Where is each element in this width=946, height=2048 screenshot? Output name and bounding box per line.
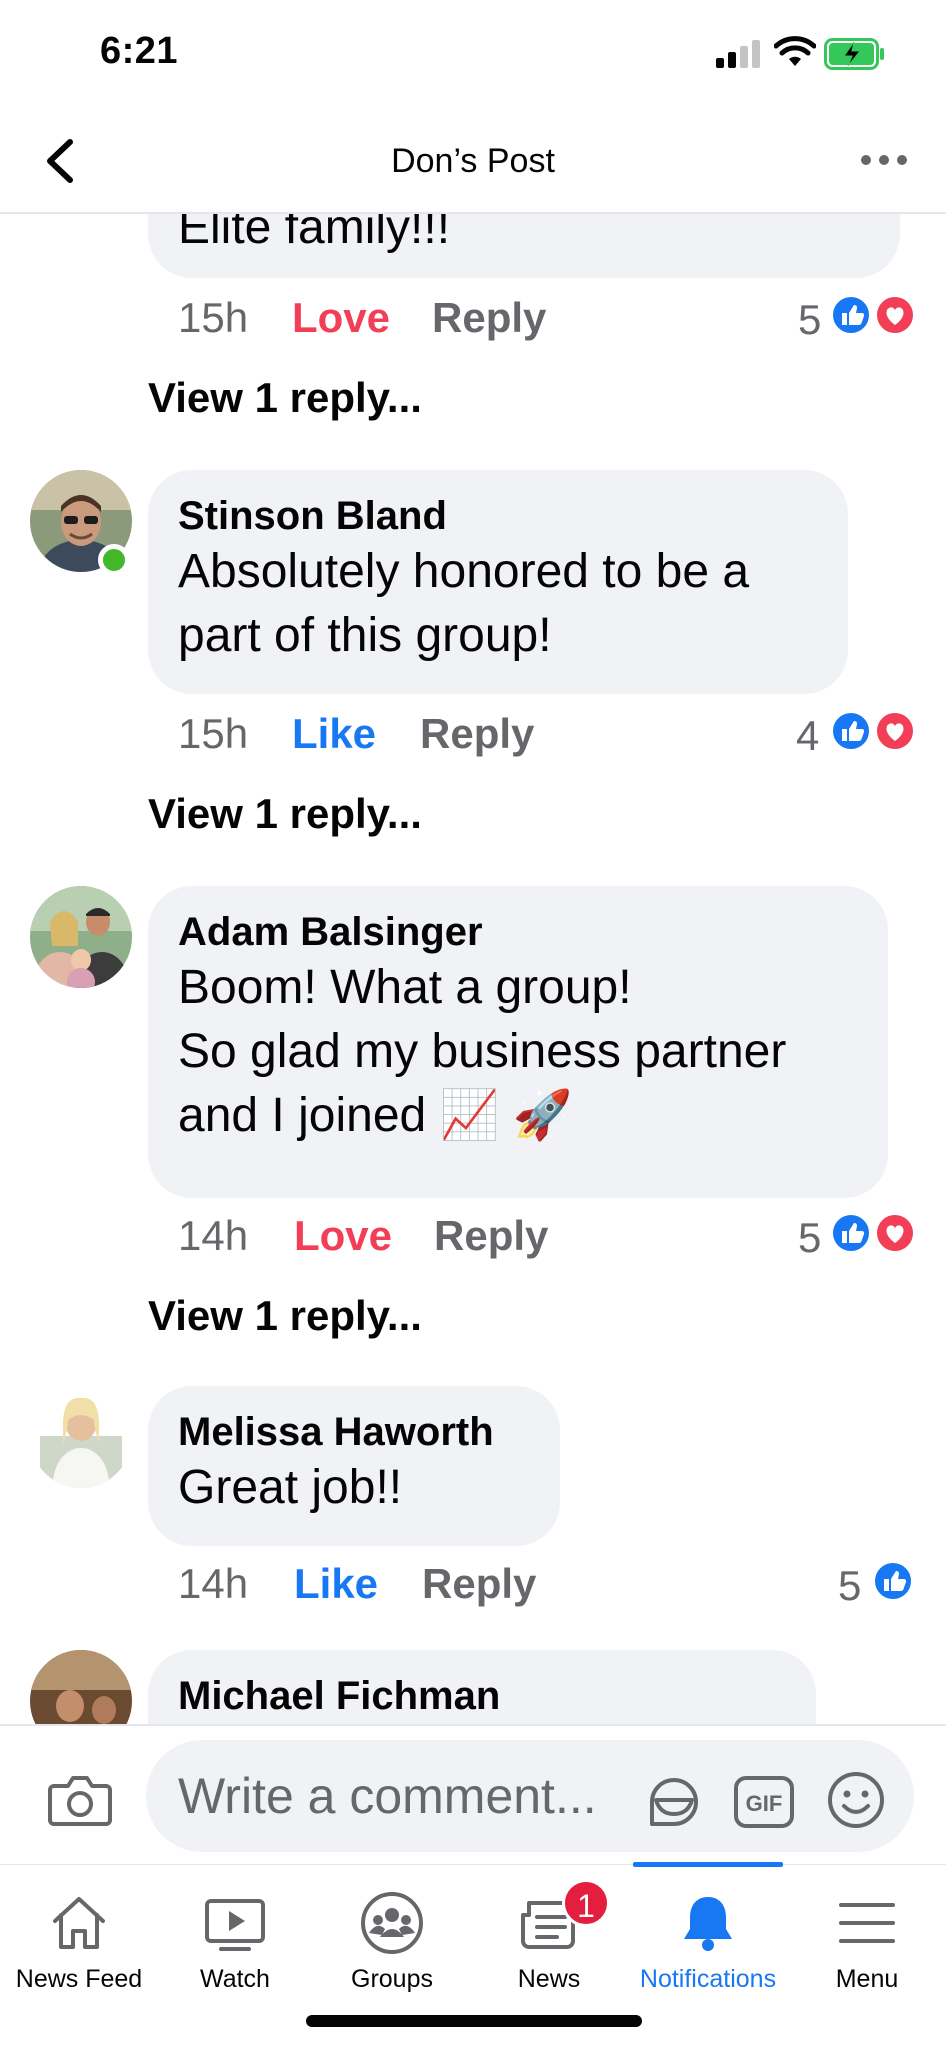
- reaction-count[interactable]: 5: [798, 296, 821, 344]
- svg-text:GIF: GIF: [746, 1791, 783, 1816]
- avatar[interactable]: [30, 1386, 132, 1488]
- avatar[interactable]: [30, 1650, 132, 1724]
- comment-time: 15h: [178, 294, 249, 341]
- comment-bubble[interactable]: Michael Fichman: [148, 1650, 816, 1724]
- comment-text: Absolutely honored to be a part of this …: [178, 545, 750, 662]
- reaction-count[interactable]: 5: [838, 1562, 861, 1610]
- emoji-icon[interactable]: [826, 1770, 886, 1830]
- like-button[interactable]: Like: [292, 710, 376, 758]
- notification-badge: 1: [562, 1879, 610, 1927]
- comment-text: Elite family!!!: [178, 214, 451, 254]
- tab-news-feed[interactable]: News Feed: [0, 1865, 158, 2005]
- reaction-count[interactable]: 5: [798, 1214, 821, 1262]
- view-replies-link[interactable]: View 1 reply...: [148, 1292, 422, 1340]
- sticker-icon[interactable]: [642, 1770, 706, 1834]
- menu-icon: [839, 1903, 895, 1943]
- comment-composer: GIF: [0, 1724, 946, 1864]
- like-reaction-icon: [830, 294, 872, 336]
- like-reaction-icon: [830, 1212, 872, 1254]
- comment-text: Boom! What a group! So glad my business …: [178, 961, 787, 1142]
- comment-bubble[interactable]: Melissa Haworth Great job!!: [148, 1386, 560, 1546]
- comment-time: 14h: [178, 1560, 249, 1607]
- comment-actions: 14h Love Reply: [178, 1212, 938, 1272]
- comment-bubble[interactable]: Stinson Bland Absolutely honored to be a…: [148, 470, 848, 694]
- commenter-name[interactable]: Melissa Haworth: [178, 1408, 530, 1456]
- online-status-indicator: [98, 544, 130, 576]
- tab-news[interactable]: 1 News: [470, 1865, 628, 2005]
- gif-icon[interactable]: GIF: [734, 1776, 794, 1828]
- tab-watch[interactable]: Watch: [156, 1865, 314, 2005]
- status-bar: 6:21: [0, 0, 946, 110]
- status-time: 6:21: [100, 30, 179, 72]
- like-reaction-icon: [830, 710, 872, 752]
- tab-label: News Feed: [15, 1965, 143, 1993]
- reply-button[interactable]: Reply: [434, 1212, 548, 1260]
- like-reaction-icon: [872, 1560, 914, 1602]
- reply-button[interactable]: Reply: [422, 1560, 536, 1608]
- bell-icon: [684, 1897, 732, 1951]
- comment-actions: 15h Love Reply: [178, 294, 938, 354]
- comment-bubble[interactable]: Adam Balsinger Boom! What a group! So gl…: [148, 886, 888, 1198]
- groups-icon: [361, 1892, 423, 1954]
- comment-time: 15h: [178, 710, 249, 757]
- tab-notifications[interactable]: Notifications: [629, 1862, 787, 2005]
- reply-button[interactable]: Reply: [432, 294, 546, 342]
- tab-label: Menu: [835, 1965, 899, 1993]
- heart-reaction-icon: [874, 294, 916, 336]
- love-button[interactable]: Love: [292, 294, 390, 342]
- watch-icon: [205, 1899, 265, 1951]
- avatar[interactable]: [30, 886, 132, 988]
- battery-charging-icon: [824, 38, 884, 70]
- tab-menu[interactable]: Menu: [788, 1865, 946, 2005]
- home-icon: [53, 1897, 105, 1949]
- commenter-name[interactable]: Adam Balsinger: [178, 908, 858, 956]
- view-replies-link[interactable]: View 1 reply...: [148, 374, 422, 422]
- active-tab-indicator: [633, 1862, 783, 1867]
- reaction-count[interactable]: 4: [796, 712, 819, 760]
- tab-label: Notifications: [639, 1965, 777, 1993]
- tab-groups[interactable]: Groups: [313, 1865, 471, 2005]
- bottom-tab-bar: News Feed Watch Groups 1 News Notificati…: [0, 1862, 946, 2048]
- heart-reaction-icon: [874, 710, 916, 752]
- cellular-signal-icon: [716, 40, 760, 68]
- tab-label: Watch: [200, 1965, 270, 1993]
- commenter-name[interactable]: Michael Fichman: [178, 1672, 786, 1720]
- comment-time: 14h: [178, 1212, 249, 1259]
- comment-actions: 15h Like Reply: [178, 710, 938, 770]
- tab-label: News: [517, 1965, 581, 1993]
- home-indicator: [306, 2015, 642, 2027]
- like-button[interactable]: Like: [294, 1560, 378, 1608]
- comment-input[interactable]: [146, 1740, 914, 1852]
- comment-text: Great job!!: [178, 1461, 403, 1514]
- heart-reaction-icon: [874, 1212, 916, 1254]
- commenter-name[interactable]: Stinson Bland: [178, 492, 818, 540]
- wifi-icon: [774, 36, 816, 66]
- comment-bubble[interactable]: Elite family!!!: [148, 214, 900, 278]
- camera-icon[interactable]: [48, 1772, 112, 1828]
- reply-button[interactable]: Reply: [420, 710, 534, 758]
- view-replies-link[interactable]: View 1 reply...: [148, 790, 422, 838]
- comments-list: Elite family!!! 15h Love Reply 5 View 1 …: [0, 214, 946, 1724]
- love-button[interactable]: Love: [294, 1212, 392, 1260]
- tab-label: Groups: [351, 1965, 433, 1993]
- post-header: Don’s Post: [0, 110, 946, 214]
- comment-actions: 14h Like Reply: [178, 1560, 938, 1620]
- page-title: Don’s Post: [391, 142, 555, 180]
- more-options-icon[interactable]: [860, 148, 908, 172]
